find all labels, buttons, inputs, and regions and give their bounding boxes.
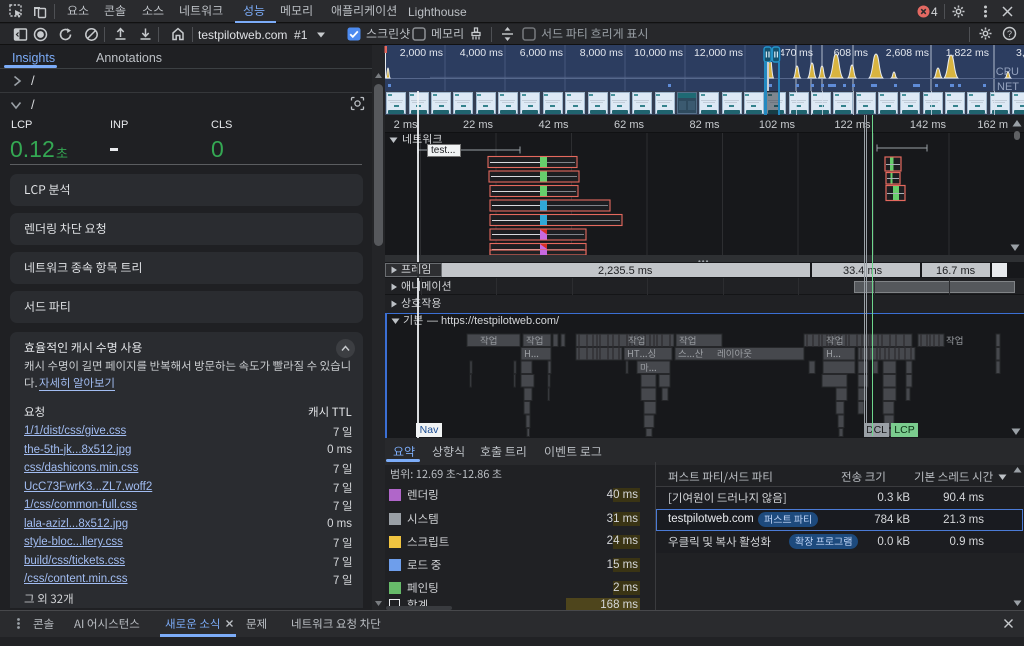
svg-text:42 ms: 42 ms [539, 119, 569, 131]
svg-text:62 ms: 62 ms [614, 119, 644, 131]
svg-text:?: ? [1007, 29, 1012, 39]
svg-text:2,000 ms: 2,000 ms [400, 47, 443, 59]
svg-text:10,000 ms: 10,000 ms [634, 47, 683, 59]
svg-text:2 ms: 2 ms [394, 119, 418, 131]
svg-text:82 ms: 82 ms [690, 119, 720, 131]
svg-text:142 ms: 142 ms [910, 119, 947, 131]
svg-text:22 ms: 22 ms [463, 119, 493, 131]
svg-text:102 ms: 102 ms [759, 119, 796, 131]
svg-text:12,000 ms: 12,000 ms [694, 47, 743, 59]
svg-text:6,000 ms: 6,000 ms [520, 47, 563, 59]
svg-text:2,608 ms: 2,608 ms [886, 47, 929, 59]
svg-text:8,000 ms: 8,000 ms [580, 47, 623, 59]
svg-text:ms: ms [799, 47, 813, 59]
svg-text:162 m: 162 m [977, 119, 1008, 131]
svg-text:4,000 ms: 4,000 ms [460, 47, 503, 59]
svg-text:470: 470 [779, 47, 797, 59]
svg-text:608 ms: 608 ms [834, 47, 868, 59]
svg-text:3,: 3, [1016, 47, 1024, 59]
